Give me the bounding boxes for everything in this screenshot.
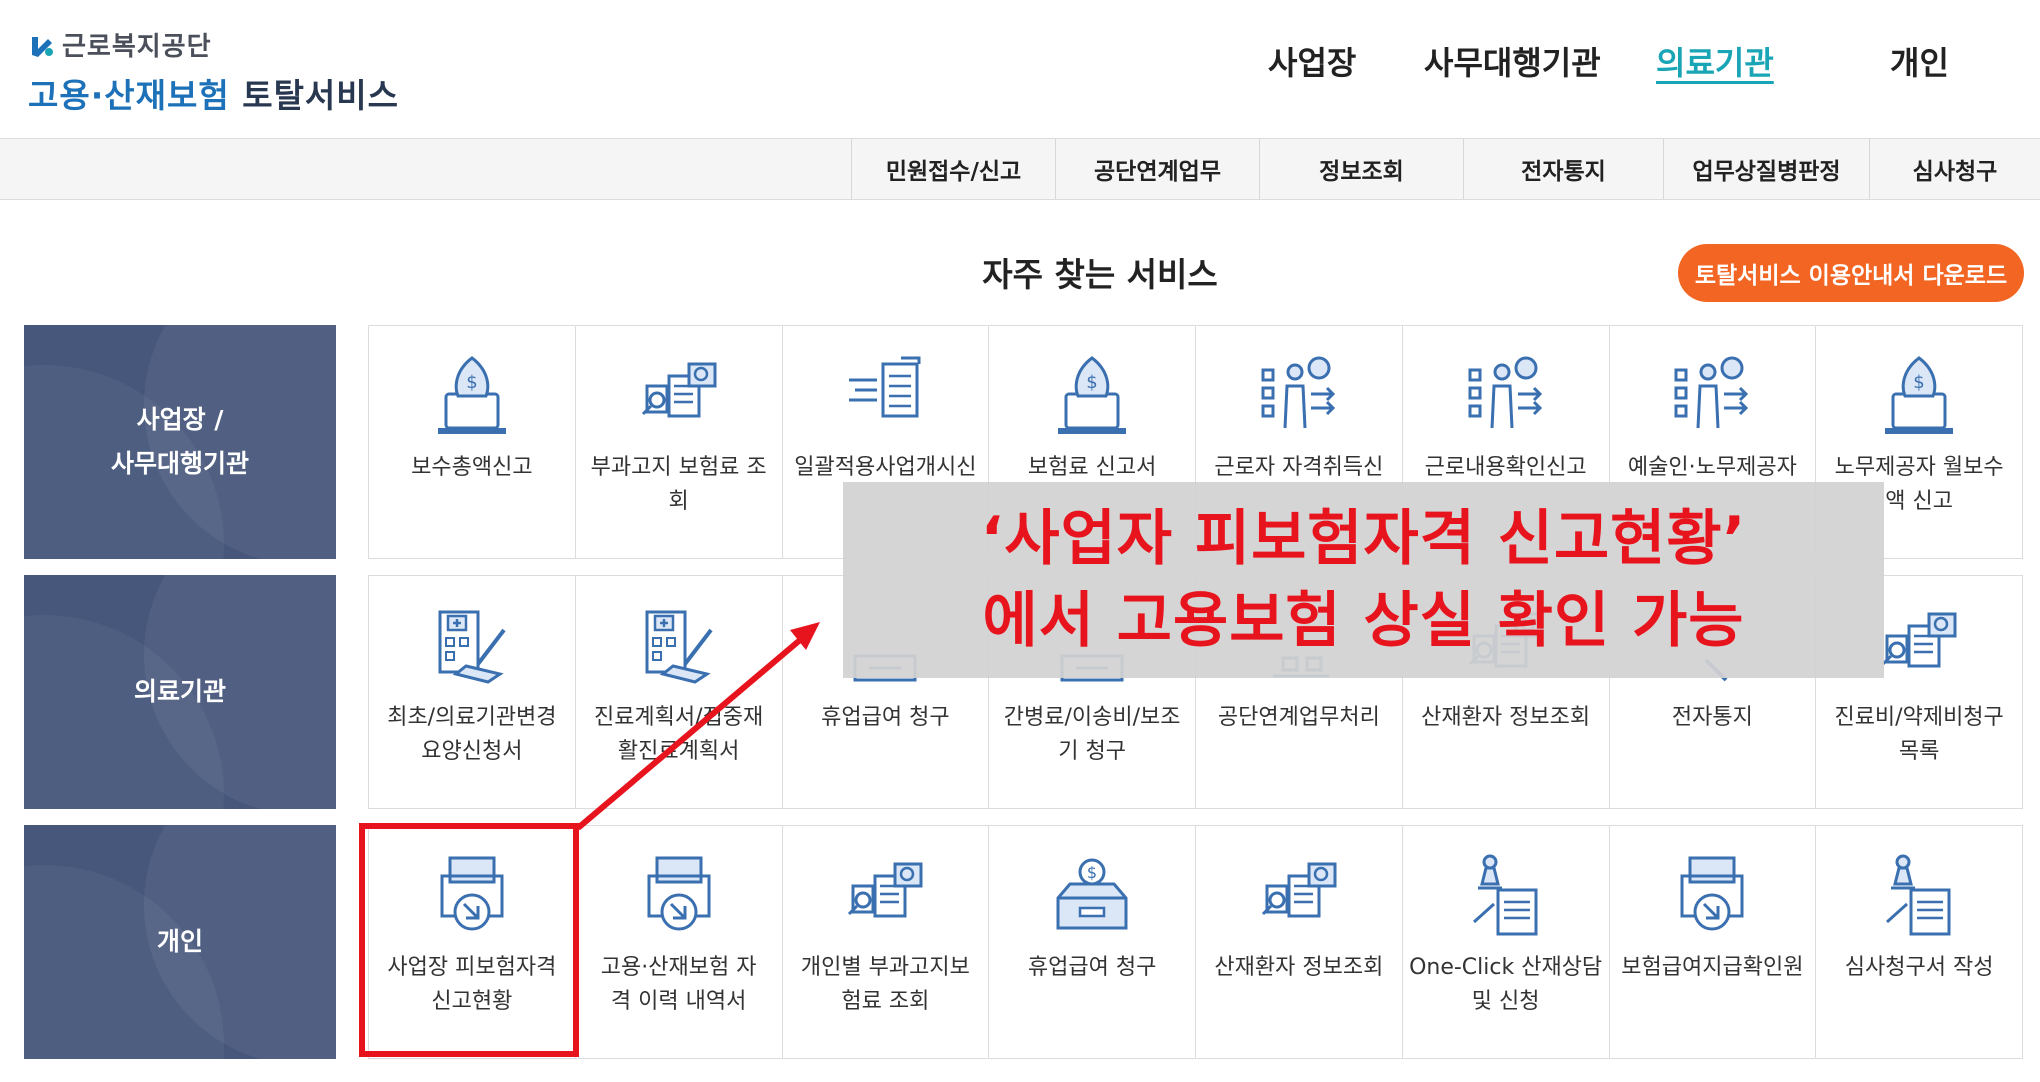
- service-grid: 사업장 피보험자격 신고현황 고용·산재보험 자 격 이력 내역서 개인별 부과고지…: [368, 825, 2023, 1059]
- service-tile-label: 부과고지 보험료 조 회: [590, 455, 767, 514]
- subnav-item-link[interactable]: 공단연계업무: [1055, 139, 1259, 199]
- service-tile-label: 간병료/이송비/보조 기 청구: [1003, 705, 1181, 764]
- service-tile[interactable]: 부과고지 보험료 조 회: [576, 326, 783, 558]
- service-tile[interactable]: 심사청구서 작성: [1816, 826, 2022, 1058]
- service-tile-label: 보험급여지급확인원: [1621, 955, 1804, 980]
- category-label: 의료기관: [133, 677, 226, 706]
- gnb-item-medical[interactable]: 의료기관: [1656, 38, 1774, 84]
- service-tile-label: 산재환자 정보조회: [1421, 705, 1591, 730]
- subnav-item-notice[interactable]: 전자통지: [1463, 139, 1663, 199]
- subnav-item-civil[interactable]: 민원접수/신고: [851, 139, 1055, 199]
- category-panel: 개인: [24, 825, 336, 1059]
- logo-service-suffix: 토탈서비스: [242, 76, 400, 115]
- printer-download-icon: [1680, 856, 1744, 931]
- service-tile-label: 진료계획서/집중재 활진료계획서: [593, 705, 764, 764]
- subnav-item-disease[interactable]: 업무상질병판정: [1663, 139, 1869, 199]
- service-tile[interactable]: 고용·산재보험 자 격 이력 내역서: [576, 826, 783, 1058]
- highlight-box: [359, 823, 579, 1057]
- stamp-document-icon: [1886, 854, 1951, 936]
- document-list-icon: [849, 356, 921, 418]
- service-tile-label: 휴업급여 청구: [821, 705, 950, 730]
- service-tile-label: 최초/의료기관변경 요양신청서: [387, 705, 557, 764]
- service-tile-label: One-Click 산재상담 및 신청: [1409, 955, 1603, 1014]
- annotation-line-1: ‘사업자 피보험자격 신고현황’: [980, 504, 1747, 574]
- document-search-icon: [1261, 862, 1337, 918]
- hospital-pen-icon: [645, 610, 713, 684]
- guide-download-button[interactable]: 토탈서비스 이용안내서 다운로드: [1678, 244, 2024, 302]
- section-title: 자주 찾는 서비스: [982, 255, 1218, 294]
- logo-service-name: 고용·산재보험: [28, 76, 230, 115]
- coin-box-icon: $: [1056, 858, 1128, 930]
- service-tile-label: 보험료 신고서: [1027, 455, 1157, 480]
- service-tile[interactable]: One-Click 산재상담 및 신청: [1403, 826, 1610, 1058]
- subnav-item-info[interactable]: 정보조회: [1259, 139, 1463, 199]
- document-search-icon: [848, 862, 923, 918]
- svg-text:$: $: [1087, 863, 1097, 882]
- gnb-item-workplace[interactable]: 사업장: [1268, 38, 1356, 84]
- service-tile[interactable]: $ 휴업급여 청구: [989, 826, 1196, 1058]
- money-bag-laptop-icon: $: [437, 356, 506, 434]
- subnav-item-review[interactable]: 심사청구: [1869, 139, 2040, 199]
- presenter-board-icon: [1674, 356, 1749, 429]
- svg-text:$: $: [1086, 372, 1097, 393]
- printer-download-icon: [647, 856, 711, 931]
- money-bag-laptop-icon: $: [1885, 356, 1954, 434]
- service-tile-label: 개인별 부과고지보 험료 조회: [800, 955, 970, 1014]
- category-label: 개인: [156, 927, 203, 956]
- gnb-item-individual[interactable]: 개인: [1890, 38, 1949, 84]
- service-tile[interactable]: $ 보수총액신고: [369, 326, 576, 558]
- svg-text:$: $: [466, 372, 477, 393]
- comwel-logo-icon: [32, 36, 53, 57]
- document-search-icon: [641, 362, 717, 418]
- hospital-pen-icon: [438, 610, 506, 684]
- service-tile-label: 보수총액신고: [411, 455, 533, 480]
- annotation-line-2: 에서 고용보험 상실 확인 가능: [982, 586, 1745, 656]
- money-bag-laptop-icon: $: [1058, 356, 1127, 434]
- svg-text:$: $: [1913, 372, 1924, 393]
- stamp-document-icon: [1472, 854, 1538, 936]
- service-tile[interactable]: 산재환자 정보조회: [1196, 826, 1403, 1058]
- service-tile[interactable]: 진료계획서/집중재 활진료계획서: [576, 576, 783, 808]
- document-search-icon: [1882, 612, 1957, 668]
- presenter-board-icon: [1468, 356, 1542, 429]
- category-label: 사업장 / 사무대행기관: [110, 405, 249, 478]
- service-tile-label: 진료비/약제비청구 목록: [1834, 705, 2004, 764]
- gnb-item-agency[interactable]: 사무대행기관: [1424, 38, 1601, 84]
- service-tile-label: 전자통지: [1671, 705, 1753, 730]
- annotation-callout: ‘사업자 피보험자격 신고현황’ 에서 고용보험 상실 확인 가능: [843, 482, 1884, 678]
- service-tile-label: 근로내용확인신고: [1424, 455, 1587, 480]
- service-tile-label: 심사청구서 작성: [1844, 955, 1994, 980]
- service-tile-label: 일괄적용사업개시신: [794, 455, 977, 480]
- sub-navigation: 민원접수/신고 공단연계업무 정보조회 전자통지 업무상질병판정 심사청구: [0, 138, 2040, 200]
- service-tile-label: 산재환자 정보조회: [1214, 955, 1384, 980]
- service-tile-label: 예술인·노무제공자: [1627, 455, 1797, 480]
- presenter-board-icon: [1261, 356, 1335, 429]
- category-panel: 사업장 / 사무대행기관: [24, 325, 336, 559]
- service-tile-label: 휴업급여 청구: [1027, 955, 1157, 980]
- logo-org-name: 근로복지공단: [62, 32, 212, 62]
- service-tile[interactable]: 보험급여지급확인원: [1610, 826, 1817, 1058]
- service-tile-label: 고용·산재보험 자 격 이력 내역서: [600, 955, 757, 1014]
- logo[interactable]: 근로복지공단 고용·산재보험 토탈서비스: [28, 26, 399, 117]
- header: 근로복지공단 고용·산재보험 토탈서비스 사업장 사무대행기관 의료기관 개인: [0, 0, 2040, 138]
- service-tile[interactable]: 개인별 부과고지보 험료 조회: [783, 826, 990, 1058]
- service-tile-label: 근로자 자격취득신: [1214, 455, 1384, 480]
- service-tile-label: 공단연계업무처리: [1217, 705, 1380, 730]
- service-tile[interactable]: 최초/의료기관변경 요양신청서: [369, 576, 576, 808]
- category-panel: 의료기관: [24, 575, 336, 809]
